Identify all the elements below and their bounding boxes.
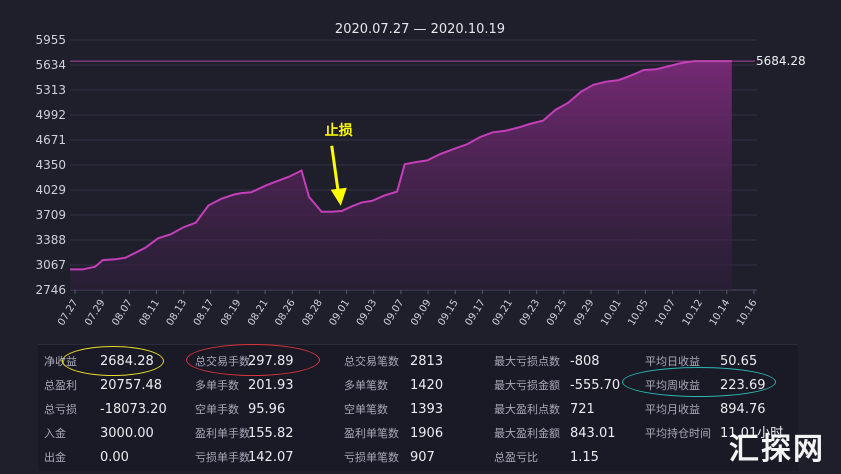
annotation: 止损 [325, 122, 353, 206]
equity-chart: 2020.07.27 — 2020.10.19 2746 3067 3388 3709… [35, 22, 806, 328]
stat-value: -18073.20 [100, 402, 167, 417]
stat-value: -808 [570, 354, 600, 369]
stat-label: 最大盈利点数 [494, 403, 560, 416]
x-tick-label: 10.05 [626, 298, 651, 328]
stat-label: 亏损单笔数 [344, 451, 399, 464]
stat-label: 总亏损 [44, 403, 77, 416]
stat-label: 最大亏损点数 [494, 355, 560, 368]
stat-label: 平均月收益 [645, 403, 700, 416]
stat-label: 盈利单笔数 [344, 427, 399, 440]
stat-value: 223.69 [720, 378, 766, 393]
stat-label: 多单手数 [195, 379, 239, 392]
stat-value: 843.01 [570, 426, 616, 441]
stat-label: 净收益 [44, 355, 77, 368]
stat-label: 出金 [44, 451, 66, 464]
y-tick-label: 3388 [35, 233, 66, 247]
stat-value: 721 [570, 402, 595, 417]
x-tick-label: 09.01 [328, 298, 353, 328]
stat-value: 2684.28 [100, 354, 154, 369]
x-tick-label: 08.21 [246, 298, 271, 328]
x-tick-label: 08.17 [192, 298, 217, 328]
stat-label: 总交易手数 [195, 355, 250, 368]
stat-value: 894.76 [720, 402, 766, 417]
x-tick-label: 08.11 [138, 298, 163, 328]
stat-value: 907 [410, 450, 435, 465]
stat-label: 最大亏损金额 [494, 379, 560, 392]
x-tick-label: 09.17 [463, 298, 488, 328]
stat-value: 1906 [410, 426, 444, 441]
stat-label: 亏损单手数 [195, 451, 250, 464]
y-tick-label: 4992 [35, 108, 66, 122]
stat-label: 入金 [44, 427, 66, 440]
y-tick-label: 5955 [35, 33, 66, 47]
stat-label: 最大盈利金额 [494, 427, 560, 440]
x-tick-label: 09.21 [491, 298, 516, 328]
stat-value: 95.96 [248, 402, 286, 417]
y-tick-label: 4671 [35, 133, 66, 147]
stat-value: 201.93 [248, 378, 294, 393]
stat-value: 1393 [410, 402, 444, 417]
stat-value: 297.89 [248, 354, 294, 369]
stat-label: 多单笔数 [344, 379, 388, 392]
chart-title: 2020.07.27 — 2020.10.19 [335, 22, 505, 37]
x-tick-label: 09.09 [409, 298, 434, 328]
last-value-label: 5684.28 [756, 54, 806, 68]
x-tick-label: 10.07 [654, 298, 679, 328]
y-tick-label: 4029 [35, 183, 66, 197]
stats-panel: 净收益 2684.28 总盈利 20757.48 总亏损 -18073.20 入金 3000.… [38, 344, 798, 471]
stat-label: 空单手数 [195, 403, 239, 416]
stat-label: 空单笔数 [344, 403, 388, 416]
x-tick-label: 09.03 [355, 298, 380, 328]
stat-label: 盈利单手数 [195, 427, 250, 440]
x-axis: 07.27 07.29 08.07 08.11 08.13 08.17 08.19 08.21… [56, 290, 760, 328]
y-tick-label: 5313 [35, 83, 66, 97]
x-tick-label: 08.07 [110, 298, 135, 328]
stat-value: -555.70 [570, 378, 621, 393]
x-tick-label: 09.29 [572, 298, 597, 328]
x-tick-label: 10.16 [735, 298, 760, 328]
x-tick-label: 08.13 [165, 298, 190, 328]
stat-label: 平均持仓时间 [645, 427, 711, 440]
y-tick-label: 5634 [35, 58, 66, 72]
stat-value: 3000.00 [100, 426, 154, 441]
stat-label: 总盈利 [44, 379, 77, 392]
x-tick-label: 09.07 [382, 298, 407, 328]
stat-value: 50.65 [720, 354, 758, 369]
stat-value: 2813 [410, 354, 444, 369]
x-tick-label: 09.23 [518, 298, 543, 328]
y-tick-label: 3067 [35, 258, 66, 272]
stat-value: 142.07 [248, 450, 294, 465]
stat-label: 总盈亏比 [494, 451, 538, 464]
stat-value: 0.00 [100, 450, 129, 465]
x-tick-label: 09.25 [545, 298, 570, 328]
stat-label: 平均日收益 [645, 355, 700, 368]
x-tick-label: 10.01 [599, 298, 624, 328]
annotation-arrow-shaft [330, 145, 341, 196]
stat-label: 总交易笔数 [344, 355, 399, 368]
x-tick-label: 10.12 [681, 298, 706, 328]
stat-value: 155.82 [248, 426, 294, 441]
stat-value: 1420 [410, 378, 444, 393]
annotation-label: 止损 [325, 122, 353, 139]
x-tick-label: 08.28 [300, 298, 325, 328]
equity-series: 5684.28 [70, 54, 806, 290]
x-tick-label: 08.19 [219, 298, 244, 328]
watermark-logo: 汇探网 [729, 432, 825, 467]
x-tick-label: 07.29 [83, 298, 108, 328]
x-tick-label: 07.27 [56, 298, 81, 328]
stat-value: 1.15 [570, 450, 599, 465]
y-tick-label: 3709 [35, 208, 66, 222]
x-tick-label: 08.26 [273, 298, 298, 328]
stat-label: 平均周收益 [645, 379, 700, 392]
y-tick-label: 4350 [35, 158, 66, 172]
x-tick-label: 09.15 [436, 298, 461, 328]
stat-value: 20757.48 [100, 378, 163, 393]
y-tick-label: 2746 [35, 283, 66, 297]
x-tick-label: 10.14 [708, 298, 733, 328]
annotation-arrow-head [330, 187, 347, 206]
